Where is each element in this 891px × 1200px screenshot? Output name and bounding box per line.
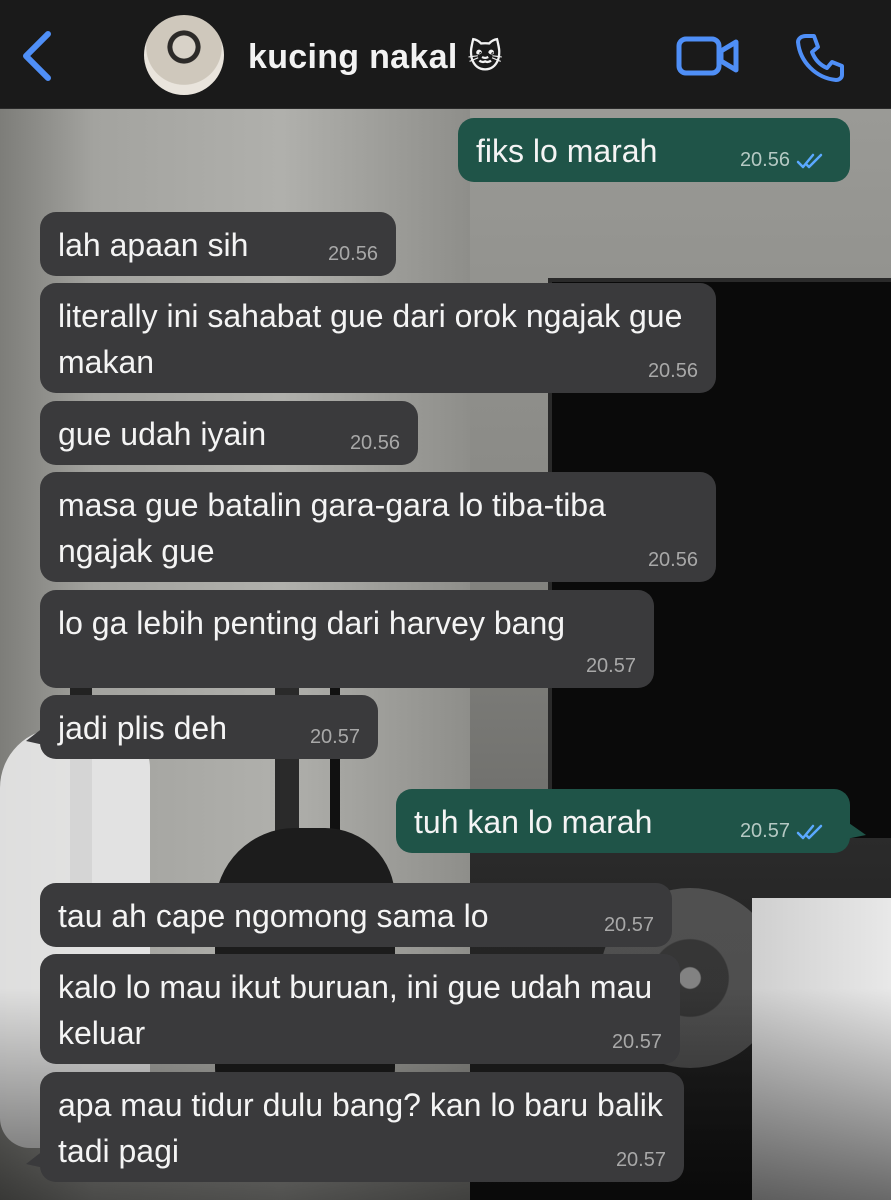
bubble-tail: [26, 1150, 44, 1168]
message-meta: 20.57: [740, 819, 824, 843]
cat-emoji: 🐱: [467, 38, 504, 76]
incoming-message[interactable]: jadi plis deh 20.57: [26, 695, 378, 759]
back-chevron-icon: [23, 31, 51, 81]
video-call-icon: [676, 36, 739, 76]
message-time: 20.57: [739, 820, 790, 842]
bubble-tail: [846, 821, 866, 839]
message-text: literally ini sahabat gue dari orok ngaj…: [58, 298, 683, 380]
message-time: 20.56: [349, 432, 400, 454]
double-check-icon: [796, 153, 823, 168]
contact-name: kucing nakal: [248, 38, 458, 76]
outgoing-message[interactable]: tuh kan lo marah 20.57: [396, 789, 866, 853]
incoming-message[interactable]: literally ini sahabat gue dari orok ngaj…: [40, 283, 716, 393]
incoming-message[interactable]: tau ah cape ngomong sama lo 20.57: [40, 883, 672, 947]
message-text: apa mau tidur dulu bang? kan lo baru bal…: [58, 1087, 663, 1169]
message-time: 20.56: [327, 243, 378, 265]
message-time: 20.57: [611, 1031, 662, 1053]
message-text: tau ah cape ngomong sama lo: [58, 898, 489, 934]
message-time: 20.57: [615, 1149, 666, 1171]
back-button[interactable]: [18, 30, 58, 82]
incoming-message[interactable]: kalo lo mau ikut buruan, ini gue udah ma…: [40, 954, 680, 1064]
message-time: 20.56: [647, 360, 698, 382]
message-text: jadi plis deh: [58, 710, 227, 746]
message-text: gue udah iyain: [58, 416, 267, 452]
message-text: kalo lo mau ikut buruan, ini gue udah ma…: [58, 969, 653, 1051]
phone-call-icon: [796, 34, 844, 82]
incoming-message[interactable]: gue udah iyain 20.56: [40, 401, 418, 465]
bubble-tail: [26, 727, 44, 745]
message-text: lah apaan sih: [58, 227, 249, 263]
message-time: 20.56: [647, 549, 698, 571]
chat-header: kucing nakal 🐱: [0, 0, 891, 109]
incoming-message[interactable]: masa gue batalin gara-gara lo tiba-tiba …: [40, 472, 716, 582]
incoming-message[interactable]: lah apaan sih 20.56: [40, 212, 396, 276]
message-text: tuh kan lo marah: [414, 804, 653, 840]
message-time: 20.57: [309, 726, 360, 748]
message-time: 20.57: [585, 655, 636, 677]
message-time: 20.56: [739, 149, 790, 171]
message-text: lo ga lebih penting dari harvey bang: [58, 605, 566, 641]
video-call-button[interactable]: [676, 34, 740, 78]
incoming-message[interactable]: lo ga lebih penting dari harvey bang 20.…: [40, 590, 654, 688]
contact-avatar[interactable]: [144, 15, 224, 95]
outgoing-message[interactable]: fiks lo marah 20.56: [458, 118, 850, 182]
phone-call-button[interactable]: [794, 32, 844, 82]
message-time: 20.57: [603, 914, 654, 936]
contact-name-row[interactable]: kucing nakal 🐱: [248, 37, 503, 77]
incoming-message[interactable]: apa mau tidur dulu bang? kan lo baru bal…: [26, 1072, 684, 1182]
double-check-icon: [796, 824, 823, 839]
message-text: masa gue batalin gara-gara lo tiba-tiba …: [58, 487, 606, 569]
message-text: fiks lo marah: [476, 133, 658, 169]
message-meta: 20.56: [740, 148, 824, 172]
